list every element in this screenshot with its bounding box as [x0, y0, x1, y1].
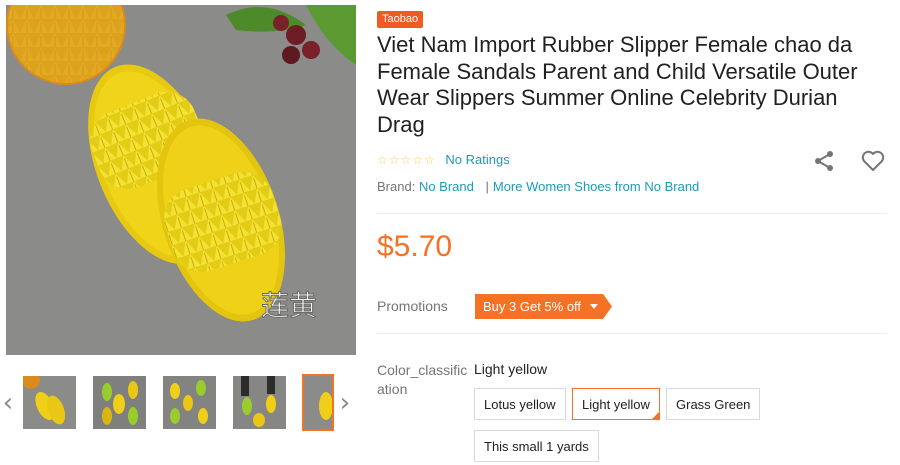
rating-row: ☆☆☆☆☆ No Ratings: [377, 152, 510, 170]
color-option-small-1-yards[interactable]: This small 1 yards: [474, 430, 599, 462]
promotion-text: Buy 3 Get 5% off: [483, 299, 582, 314]
product-price: $5.70: [377, 230, 453, 263]
wishlist-heart-icon[interactable]: [861, 150, 885, 172]
thumbnail-2[interactable]: [93, 376, 146, 429]
color-option-light-yellow[interactable]: Light yellow: [572, 388, 660, 420]
color-option-lotus-yellow[interactable]: Lotus yellow: [474, 388, 566, 420]
product-title: Viet Nam Import Rubber Slipper Female ch…: [377, 32, 858, 137]
brand-link[interactable]: No Brand: [419, 179, 474, 194]
chevron-left-icon[interactable]: ‹: [1, 390, 15, 416]
color-classification-label: Color_classification: [377, 362, 468, 397]
durian-slippers-photo: 莲黄: [6, 5, 356, 355]
chevron-right-icon[interactable]: ›: [338, 390, 352, 416]
thumbnail-3[interactable]: [163, 376, 216, 429]
thumbnail-1[interactable]: [23, 376, 76, 429]
chevron-down-icon: [590, 304, 598, 309]
brand-separator: |: [485, 179, 489, 194]
source-badge: Taobao: [377, 11, 424, 28]
image-watermark-text: 莲黄: [261, 289, 317, 322]
thumbnail-4[interactable]: [233, 376, 286, 429]
divider: [377, 213, 886, 214]
rating-stars-icon: ☆☆☆☆☆: [377, 153, 436, 167]
brand-label: Brand:: [377, 179, 416, 194]
promotion-dropdown[interactable]: Buy 3 Get 5% off: [475, 294, 612, 319]
ratings-link[interactable]: No Ratings: [445, 152, 509, 167]
promotions-label: Promotions: [377, 298, 448, 314]
thumbnail-strip: ‹ ›: [0, 373, 358, 433]
brand-row: Brand: No Brand | More Women Shoes from N…: [377, 179, 699, 194]
product-main-image[interactable]: 莲黄: [6, 5, 356, 355]
more-from-brand-link[interactable]: More Women Shoes from No Brand: [493, 179, 699, 194]
share-icon[interactable]: [813, 150, 835, 172]
color-option-grass-green[interactable]: Grass Green: [666, 388, 761, 420]
divider: [377, 333, 886, 334]
thumbnail-5[interactable]: [302, 374, 334, 431]
selected-color-value: Light yellow: [474, 361, 548, 377]
